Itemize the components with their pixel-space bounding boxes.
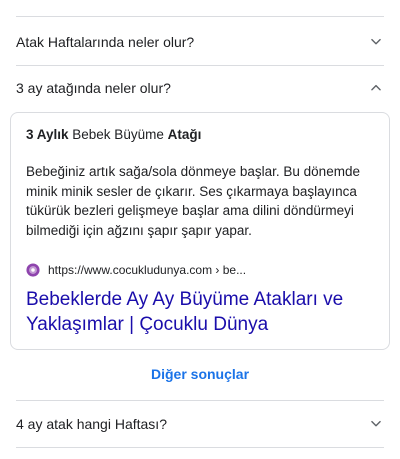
chevron-down-icon[interactable] <box>368 34 384 50</box>
more-results-button[interactable]: Diğer sonuçlar <box>0 366 400 382</box>
answer-title: 3 Aylık Bebek Büyüme Atağı <box>26 127 201 142</box>
question-row-1[interactable]: Atak Haftalarında neler olur? <box>16 20 384 64</box>
question-row-2[interactable]: 3 ay atağında neler olur? <box>16 66 384 110</box>
answer-title-mid: Bebek Büyüme <box>68 127 168 142</box>
chevron-down-icon[interactable] <box>368 416 384 432</box>
divider-top <box>16 16 384 17</box>
answer-card: 3 Aylık Bebek Büyüme Atağı Bebeğiniz art… <box>10 112 390 350</box>
answer-title-bold-2: Atağı <box>167 127 202 142</box>
answer-title-bold-1: 3 Aylık <box>26 127 69 142</box>
source-row[interactable]: https://www.cocukludunya.com › be... <box>26 263 246 277</box>
question-text: 3 ay atağında neler olur? <box>16 80 171 96</box>
chevron-up-icon[interactable] <box>368 80 384 96</box>
answer-body: Bebeğiniz artık sağa/sola dönmeye başlar… <box>26 164 360 238</box>
result-link-title[interactable]: Bebeklerde Ay Ay Büyüme Atakları ve Yakl… <box>26 287 375 337</box>
divider-2 <box>16 400 384 401</box>
question-text: Atak Haftalarında neler olur? <box>16 34 195 50</box>
divider-3 <box>16 447 384 448</box>
question-text: 4 ay atak hangi Haftası? <box>16 416 167 432</box>
question-row-3[interactable]: 4 ay atak hangi Haftası? <box>16 402 384 446</box>
site-favicon-icon <box>26 263 40 277</box>
source-url[interactable]: https://www.cocukludunya.com › be... <box>48 263 246 277</box>
